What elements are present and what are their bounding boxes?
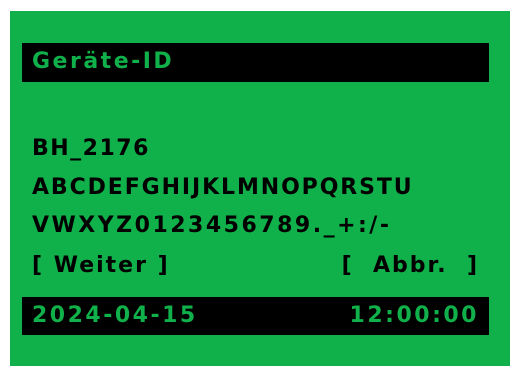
- next-button[interactable]: [ Weiter ]: [32, 252, 170, 280]
- charset-row-2[interactable]: VWXYZ0123456789._+:/-: [32, 212, 391, 240]
- device-id-value[interactable]: BH_2176: [32, 135, 150, 163]
- button-row: [ Weiter ] [ Abbr. ]: [32, 252, 479, 280]
- abort-button[interactable]: [ Abbr. ]: [342, 252, 479, 280]
- charset-row-1[interactable]: ABCDEFGHIJKLMNOPQRSTU: [32, 174, 414, 202]
- status-date: 2024-04-15: [32, 303, 198, 328]
- status-time: 12:00:00: [349, 303, 479, 328]
- page-title: Geräte-ID: [32, 49, 175, 74]
- title-bar: Geräte-ID: [22, 43, 489, 82]
- status-bar: 2024-04-15 12:00:00: [22, 297, 489, 335]
